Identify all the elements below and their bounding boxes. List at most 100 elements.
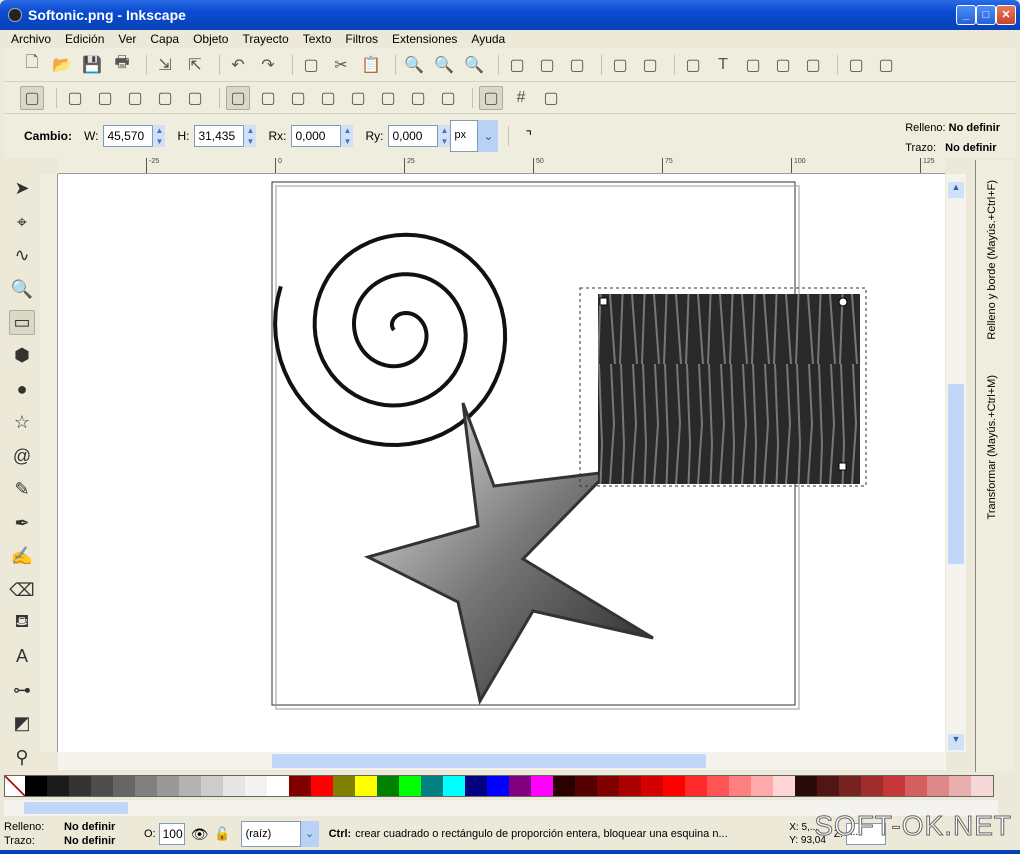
group-icon[interactable]: ▢	[505, 53, 529, 77]
open-icon[interactable]: 📂	[50, 53, 74, 77]
undo-icon[interactable]: ↶	[226, 53, 250, 77]
menu-archivo[interactable]: Archivo	[4, 30, 58, 48]
color-swatch[interactable]	[729, 776, 751, 796]
redo-icon[interactable]: ↷	[256, 53, 280, 77]
color-swatch[interactable]	[861, 776, 883, 796]
new-icon[interactable]: 🗋	[20, 53, 44, 77]
radius-handle[interactable]	[838, 297, 848, 307]
color-swatch[interactable]	[663, 776, 685, 796]
ungroup-icon[interactable]: ▢	[535, 53, 559, 77]
snap-bbox-icon[interactable]: ▢	[63, 86, 87, 110]
color-swatch[interactable]	[905, 776, 927, 796]
minimize-button[interactable]: _	[956, 5, 976, 25]
vertical-scrollbar[interactable]: ▲ ▼	[946, 174, 966, 752]
menu-objeto[interactable]: Objeto	[186, 30, 235, 48]
ry-spinner[interactable]: ▲ ▼	[438, 125, 451, 147]
zoom-icon[interactable]: 🔍	[9, 276, 35, 301]
resize-handle[interactable]	[838, 462, 847, 471]
snap-guide-icon[interactable]: ▢	[436, 86, 460, 110]
width-spinner[interactable]: ▲ ▼	[153, 125, 166, 147]
snap-bbox-midpoint-icon[interactable]: ▢	[153, 86, 177, 110]
color-swatch[interactable]	[135, 776, 157, 796]
color-swatch[interactable]	[399, 776, 421, 796]
import-icon[interactable]: ⇲	[153, 53, 177, 77]
color-swatch[interactable]	[355, 776, 377, 796]
paste-icon[interactable]: 📋	[359, 53, 383, 77]
tweak-icon[interactable]: ∿	[9, 243, 35, 268]
snap-bbox-corner-icon[interactable]: ▢	[123, 86, 147, 110]
fill-stroke-icon[interactable]: ▢	[681, 53, 705, 77]
3d-box-icon[interactable]: ⬢	[9, 343, 35, 368]
color-swatch[interactable]	[47, 776, 69, 796]
snap-intersection-icon[interactable]: ▢	[286, 86, 310, 110]
text-tool-icon[interactable]: T	[711, 53, 735, 77]
gradient-icon[interactable]: ◩	[9, 711, 35, 736]
color-swatch[interactable]	[773, 776, 795, 796]
menu-edición[interactable]: Edición	[58, 30, 111, 48]
horizontal-scroll-thumb[interactable]	[272, 754, 706, 768]
style-indicator[interactable]: Relleno: No definir Trazo: No definir	[905, 118, 1000, 158]
color-swatch[interactable]	[465, 776, 487, 796]
snap-bbox-center-icon[interactable]: ▢	[183, 86, 207, 110]
resize-handle[interactable]	[599, 297, 608, 306]
color-swatch[interactable]	[795, 776, 817, 796]
menu-trayecto[interactable]: Trayecto	[235, 30, 295, 48]
ry-input[interactable]: 0,000	[388, 125, 439, 147]
color-swatch[interactable]	[91, 776, 113, 796]
dropper-icon[interactable]: ⚲	[9, 744, 35, 769]
menu-ver[interactable]: Ver	[111, 30, 143, 48]
color-swatch[interactable]	[927, 776, 949, 796]
xml-editor-icon[interactable]: ▢	[771, 53, 795, 77]
snap-object-center-icon[interactable]: ▢	[376, 86, 400, 110]
ellipse-icon[interactable]: ●	[9, 377, 35, 402]
color-swatch[interactable]	[553, 776, 575, 796]
color-swatch[interactable]	[333, 776, 355, 796]
snap-rotation-center-icon[interactable]: ▢	[406, 86, 430, 110]
node-editor-icon[interactable]: ▢	[608, 53, 632, 77]
snap-bbox-edge-icon[interactable]: ▢	[93, 86, 117, 110]
close-button[interactable]: ✕	[996, 5, 1016, 25]
menu-extensiones[interactable]: Extensiones	[385, 30, 464, 48]
vertical-ruler[interactable]	[40, 174, 58, 752]
spiral-icon[interactable]: @	[9, 444, 35, 469]
zoom-selection-icon[interactable]: 🔍	[402, 53, 426, 77]
color-swatch[interactable]	[113, 776, 135, 796]
color-swatch[interactable]	[707, 776, 729, 796]
snap-smooth-icon[interactable]: ▢	[316, 86, 340, 110]
menu-ayuda[interactable]: Ayuda	[464, 30, 512, 48]
lock-icon[interactable]: 🔓	[214, 826, 230, 842]
horizontal-ruler[interactable]: -25 0 25 50 75 100 125	[58, 158, 945, 174]
snap-midpoint-icon[interactable]: ▢	[346, 86, 370, 110]
color-swatch[interactable]	[245, 776, 267, 796]
color-swatch[interactable]	[641, 776, 663, 796]
snap-nodes-icon[interactable]: ▢	[226, 85, 250, 110]
height-input[interactable]: 31,435	[194, 125, 245, 147]
not-rounded-button[interactable]: ⌝	[525, 128, 532, 145]
status-fill-value[interactable]: No definir	[64, 821, 115, 833]
rx-spinner[interactable]: ▲ ▼	[341, 125, 354, 147]
color-swatch[interactable]	[179, 776, 201, 796]
pen-icon[interactable]: ✒	[9, 510, 35, 535]
cut-icon[interactable]: ✂	[329, 53, 353, 77]
color-swatch[interactable]	[751, 776, 773, 796]
tab-transform[interactable]: Transformar (Mayús.+Ctrl+M)	[986, 375, 998, 519]
color-swatch[interactable]	[839, 776, 861, 796]
height-spinner[interactable]: ▲ ▼	[244, 125, 257, 147]
horizontal-scrollbar[interactable]	[58, 752, 946, 770]
document-properties-icon[interactable]: ▢	[874, 53, 898, 77]
color-swatch[interactable]	[69, 776, 91, 796]
layers-icon[interactable]: ▢	[741, 53, 765, 77]
status-stroke-value[interactable]: No definir	[64, 835, 115, 847]
color-swatch[interactable]	[289, 776, 311, 796]
menu-texto[interactable]: Texto	[296, 30, 339, 48]
zoom-page-icon[interactable]: 🔍	[462, 53, 486, 77]
snap-grid-icon[interactable]: #	[509, 86, 533, 110]
drawing-canvas[interactable]	[58, 174, 945, 752]
selector-icon[interactable]: ➤	[9, 176, 35, 201]
width-input[interactable]: 45,570	[103, 125, 154, 147]
save-icon[interactable]: 💾	[80, 53, 104, 77]
star-icon[interactable]: ☆	[9, 410, 35, 435]
color-swatch[interactable]	[201, 776, 223, 796]
color-swatch[interactable]	[949, 776, 971, 796]
color-swatch[interactable]	[223, 776, 245, 796]
